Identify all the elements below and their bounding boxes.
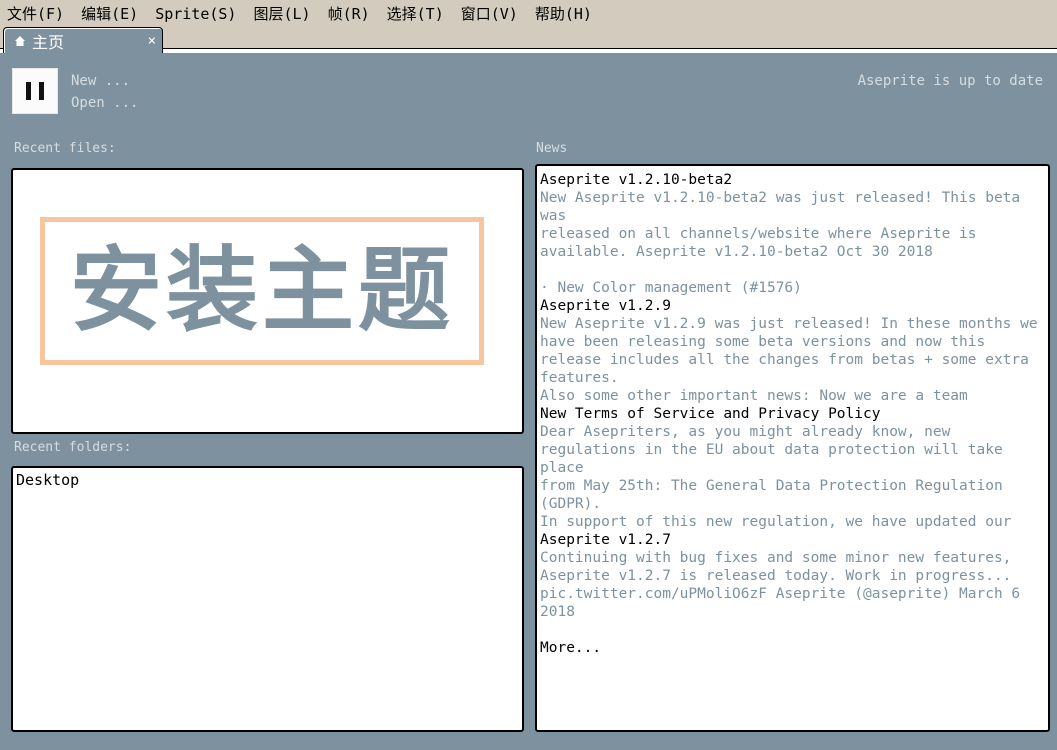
news-title[interactable]: Aseprite v1.2.7 [540, 531, 1048, 549]
news-label: News [536, 141, 568, 156]
recent-folders-panel: Desktop [11, 466, 524, 732]
menu-view[interactable]: 窗口(V) [452, 0, 526, 28]
home-icon [10, 31, 30, 51]
recent-files-panel: 安装主题 [11, 168, 524, 434]
menu-frame[interactable]: 帧(R) [319, 0, 378, 28]
news-panel: Aseprite v1.2.10-beta2 New Aseprite v1.2… [535, 164, 1050, 732]
recent-folders-label: Recent folders: [14, 440, 132, 455]
close-icon[interactable]: × [148, 33, 156, 49]
news-title[interactable]: New Terms of Service and Privacy Policy [540, 405, 1048, 423]
menu-bar: 文件(F) 编辑(E) Sprite(S) 图层(L) 帧(R) 选择(T) 窗… [0, 0, 1057, 28]
update-status: Aseprite is up to date [857, 73, 1043, 89]
menu-file[interactable]: 文件(F) [0, 0, 72, 28]
new-file-link[interactable]: New ... [71, 73, 130, 89]
more-news-link[interactable]: More... [540, 639, 1048, 657]
aseprite-logo [12, 68, 58, 114]
news-title[interactable]: Aseprite v1.2.10-beta2 [540, 171, 1048, 189]
tab-home[interactable]: 主页 × [3, 27, 163, 53]
news-body: New Aseprite v1.2.10-beta2 was just rele… [540, 190, 1021, 296]
news-title[interactable]: Aseprite v1.2.9 [540, 297, 1048, 315]
news-body: Dear Asepriters, as you might already kn… [540, 424, 1012, 530]
menu-layer[interactable]: 图层(L) [244, 0, 318, 28]
menu-edit[interactable]: 编辑(E) [72, 0, 146, 28]
install-theme-label: 安装主题 [69, 237, 454, 344]
news-body: New Aseprite v1.2.9 was just released! I… [540, 316, 1038, 404]
open-file-link[interactable]: Open ... [71, 95, 138, 111]
menu-sprite[interactable]: Sprite(S) [146, 0, 244, 28]
menu-help[interactable]: 帮助(H) [526, 0, 600, 28]
recent-files-label: Recent files: [14, 141, 116, 156]
news-body: Continuing with bug fixes and some minor… [540, 550, 1021, 620]
tab-title: 主页 [32, 32, 65, 52]
recent-folder-item[interactable]: Desktop [16, 471, 79, 489]
news-list: Aseprite v1.2.10-beta2 New Aseprite v1.2… [537, 166, 1048, 657]
menu-select[interactable]: 选择(T) [378, 0, 452, 28]
install-theme-button[interactable]: 安装主题 [40, 217, 484, 365]
